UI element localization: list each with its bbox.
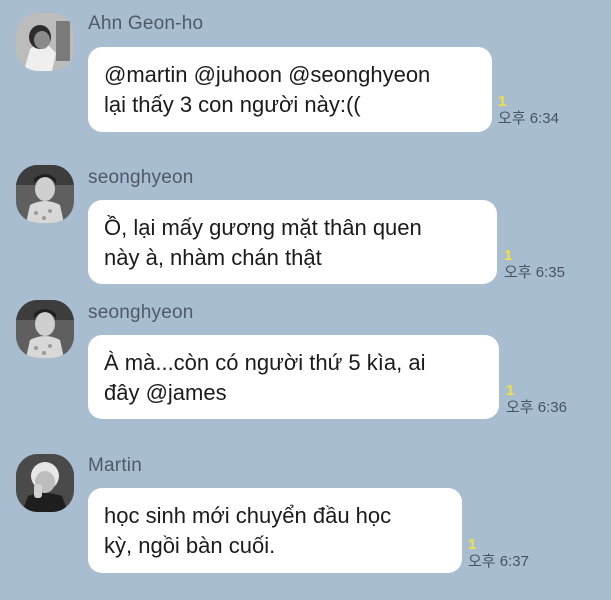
unread-count: 1 [506,382,515,399]
message-time: 오후 6:35 [504,264,565,281]
message-bubble[interactable]: @martin @juhoon @seonghyeon lại thấy 3 c… [88,47,492,132]
unread-count: 1 [468,536,477,553]
message-bubble[interactable]: À mà...còn có người thứ 5 kìa, ai đây @j… [88,335,499,419]
message-meta: 1 오후 6:37 [468,537,529,571]
avatar[interactable] [16,165,74,223]
unread-count: 1 [498,93,507,110]
sender-name: seonghyeon [88,302,194,323]
avatar[interactable] [16,454,74,512]
message-meta: 1 오후 6:36 [506,383,567,417]
profile-photo-icon [16,300,74,358]
avatar[interactable] [16,300,74,358]
message-time: 오후 6:34 [498,110,559,127]
sender-name: seonghyeon [88,167,194,188]
message-time: 오후 6:36 [506,399,567,416]
profile-photo-icon [16,454,74,512]
profile-photo-icon [16,165,74,223]
message-bubble[interactable]: học sinh mới chuyển đầu học kỳ, ngồi bàn… [88,488,462,573]
message-meta: 1 오후 6:35 [504,248,565,282]
avatar[interactable] [16,13,74,71]
sender-name: Martin [88,455,142,476]
message-bubble[interactable]: Ồ, lại mấy gương mặt thân quen này à, nh… [88,200,497,284]
sender-name: Ahn Geon-ho [88,13,204,34]
message-time: 오후 6:37 [468,553,529,570]
message-meta: 1 오후 6:34 [498,94,559,128]
profile-photo-icon [16,13,74,71]
unread-count: 1 [504,247,513,264]
